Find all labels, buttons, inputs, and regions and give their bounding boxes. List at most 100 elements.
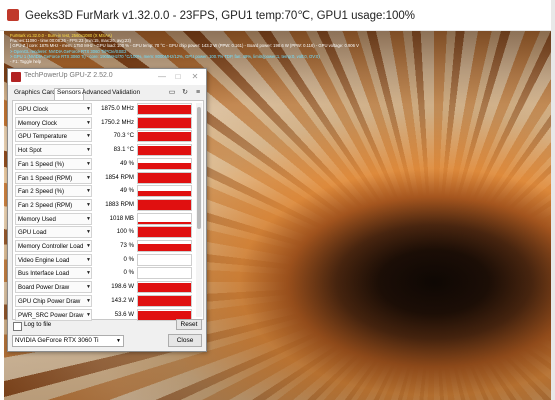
sensor-name[interactable]: Memory Used (15, 212, 92, 225)
chevron-down-icon: ▼ (116, 338, 121, 344)
sensor-value: 198.6 W (111, 283, 134, 291)
sensor-value: 1854 RPM (105, 173, 134, 181)
sensor-graph-fill (138, 200, 191, 210)
sensor-graph-fill (138, 118, 191, 128)
sensor-name[interactable]: Memory Controller Load (15, 240, 92, 252)
sensor-dropdown-icon[interactable]: ▼ (85, 228, 92, 236)
sensor-dropdown-icon[interactable]: ▼ (85, 187, 92, 195)
furmark-app-icon (7, 9, 19, 21)
sensor-dropdown-icon[interactable]: ▼ (85, 174, 92, 182)
sensor-graph (137, 198, 192, 211)
sensor-graph-fill (138, 146, 191, 156)
sensor-dropdown-icon[interactable]: ▼ (85, 242, 92, 250)
gpu-select-value: NVIDIA GeForce RTX 3060 Ti (15, 337, 99, 344)
sensor-value: 1883 RPM (105, 200, 134, 208)
sensor-graph (137, 144, 192, 157)
sensor-name[interactable]: GPU Load (15, 226, 92, 239)
sensor-row: Bus Interface Load ▼ 0 % (15, 267, 192, 280)
sensor-name[interactable]: Fan 2 Speed (%) (15, 185, 92, 198)
sensor-graph (137, 171, 192, 184)
sensor-name[interactable]: Bus Interface Load (15, 267, 92, 280)
gpu-select-dropdown[interactable]: NVIDIA GeForce RTX 3060 Ti ▼ (12, 335, 124, 347)
sensor-name[interactable]: Video Engine Load (15, 253, 92, 266)
sensor-dropdown-icon[interactable]: ▼ (85, 119, 92, 127)
sensor-graph (137, 157, 192, 170)
camera-icon[interactable]: ▭ (168, 89, 176, 97)
overlay-line: > GPU 1 (NVIDIA GeForce RTX 3060 Ti) - c… (10, 53, 320, 59)
sensor-name[interactable]: GPU Chip Power Draw (15, 294, 92, 307)
gpuz-tab-bar: Graphics Card Sensors Advanced Validatio… (8, 86, 206, 101)
tab-validation[interactable]: Validation (112, 89, 140, 96)
minimize-button[interactable]: — (156, 71, 168, 82)
sensor-name[interactable]: Fan 1 Speed (%) (15, 157, 92, 170)
gpuz-bottom-bar: NVIDIA GeForce RTX 3060 Ti ▼ Close (8, 331, 206, 351)
gpuz-titlebar[interactable]: TechPowerUp GPU-Z 2.52.0 — □ ✕ (8, 69, 206, 85)
gpuz-app-icon (11, 72, 21, 82)
sensor-row: GPU Load ▼ 100 % (15, 226, 192, 239)
sensor-name[interactable]: GPU Temperature (15, 130, 92, 143)
maximize-button[interactable]: □ (172, 71, 184, 82)
sensor-dropdown-icon[interactable]: ▼ (85, 311, 92, 319)
menu-icon[interactable]: ≡ (194, 89, 202, 97)
sensor-dropdown-icon[interactable]: ▼ (85, 160, 92, 168)
furmark-titlebar[interactable]: Geeks3D FurMark v1.32.0.0 - 23FPS, GPU1 … (0, 0, 555, 31)
sensor-dropdown-icon[interactable]: ▼ (85, 297, 92, 305)
sensor-row: GPU Temperature ▼ 70.3 °C (15, 130, 192, 143)
sensors-scrollbar[interactable] (196, 103, 202, 317)
sensor-name[interactable]: Hot Spot (15, 144, 92, 157)
sensor-dropdown-icon[interactable]: ▼ (85, 146, 92, 154)
sensor-value: 83.1 °C (113, 146, 134, 154)
sensor-row: GPU Chip Power Draw ▼ 143.2 W (15, 294, 192, 308)
reset-button[interactable]: Reset (176, 319, 202, 330)
sensor-name[interactable]: Fan 2 Speed (RPM) (15, 198, 92, 211)
sensor-graph (137, 212, 192, 225)
furmark-stats-overlay: FurMark v1.32.0.0 - Burn-in test, 2560x1… (10, 33, 359, 64)
sensor-row: GPU Clock ▼ 1875.0 MHz (15, 103, 192, 116)
sensor-dropdown-icon[interactable]: ▼ (85, 201, 92, 209)
sensor-value: 1018 MB (109, 214, 134, 222)
sensor-dropdown-icon[interactable]: ▼ (85, 269, 92, 277)
sensor-name[interactable]: Memory Clock (15, 116, 92, 129)
sensor-name[interactable]: Board Power Draw (15, 281, 92, 294)
sensor-value: 73 % (120, 242, 134, 249)
sensor-graph (137, 267, 192, 280)
close-button[interactable]: Close (168, 334, 202, 347)
furmark-window-title: Geeks3D FurMark v1.32.0.0 - 23FPS, GPU1 … (25, 10, 416, 22)
gpuz-window: TechPowerUp GPU-Z 2.52.0 — □ ✕ Graphics … (7, 68, 207, 352)
close-window-button[interactable]: ✕ (189, 71, 201, 82)
sensor-dropdown-icon[interactable]: ▼ (85, 132, 92, 140)
sensor-row: PWR_SRC Power Draw ▼ 53.6 W (15, 308, 192, 322)
sensor-value: 143.2 W (111, 296, 134, 304)
sensor-row: Video Engine Load ▼ 0 % (15, 253, 192, 267)
sensor-name[interactable]: Fan 1 Speed (RPM) (15, 171, 92, 184)
sensor-graph (137, 130, 192, 143)
sensor-dropdown-icon[interactable]: ▼ (85, 283, 92, 291)
sensor-name[interactable]: PWR_SRC Power Draw (15, 308, 92, 321)
sensor-row: Memory Used ▼ 1018 MB (15, 212, 192, 226)
tab-advanced[interactable]: Advanced (82, 89, 111, 96)
tab-graphics-card[interactable]: Graphics Card (14, 89, 56, 96)
sensor-value: 70.3 °C (113, 132, 134, 140)
sensor-value: 0 % (123, 255, 134, 263)
sensor-value: 49 % (120, 187, 134, 195)
sensor-name[interactable]: GPU Clock (15, 103, 92, 115)
sensor-dropdown-icon[interactable]: ▼ (85, 105, 92, 113)
sensor-value: 100 % (116, 228, 134, 236)
sensor-row: Fan 2 Speed (%) ▼ 49 % (15, 185, 192, 198)
refresh-icon[interactable]: ↻ (181, 89, 189, 97)
sensor-graph (137, 103, 192, 115)
sensor-graph-fill (138, 173, 191, 183)
sensor-dropdown-icon[interactable]: ▼ (85, 215, 92, 223)
sensor-dropdown-icon[interactable]: ▼ (85, 256, 92, 264)
sensor-row: Fan 1 Speed (%) ▼ 49 % (15, 157, 192, 171)
sensor-graph (137, 281, 192, 294)
log-to-file-option[interactable]: Log to file (13, 321, 113, 331)
sensor-row: Hot Spot ▼ 83.1 °C (15, 144, 192, 157)
sensor-graph (137, 226, 192, 239)
sensor-graph (137, 116, 192, 129)
log-to-file-checkbox[interactable] (13, 322, 22, 331)
scrollbar-thumb[interactable] (197, 107, 201, 229)
sensors-panel: GPU Clock ▼ 1875.0 MHz Memory Clock ▼ 1750.2 … (12, 100, 204, 322)
sensor-row: Fan 2 Speed (RPM) ▼ 1883 RPM (15, 198, 192, 212)
overlay-line: - F1: Toggle help (10, 59, 42, 65)
